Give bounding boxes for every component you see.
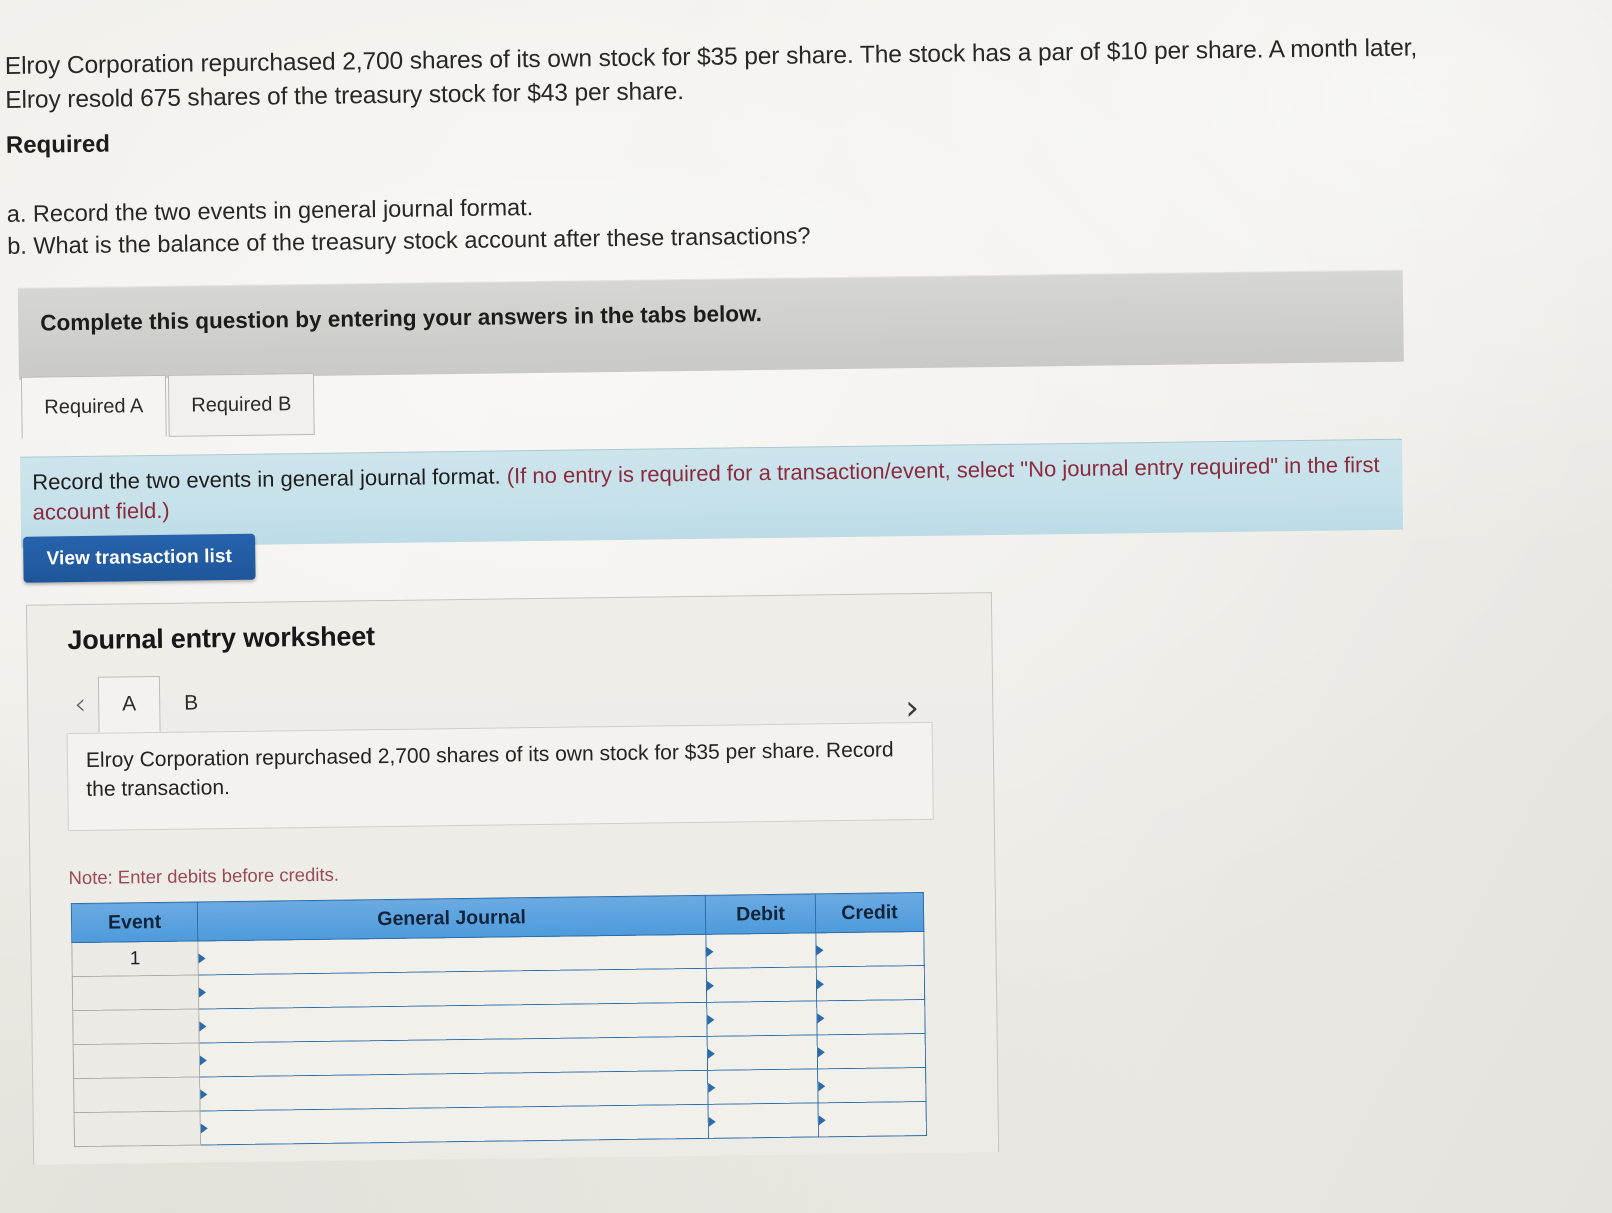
requirements-list: a. Record the two events in general jour… <box>7 186 908 262</box>
journal-entry-worksheet-panel: Journal entry worksheet ‹ A B Elroy Corp… <box>25 592 1000 1165</box>
debit-input-4[interactable] <box>707 1034 818 1071</box>
column-header-general-journal: General Journal <box>197 895 706 941</box>
worksheet-tab-b[interactable]: B <box>160 675 223 732</box>
cell-event <box>72 1008 200 1045</box>
debit-input-2[interactable] <box>706 966 817 1003</box>
cell-event: 1 <box>71 940 199 977</box>
worksheet-title: Journal entry worksheet <box>67 621 376 656</box>
column-header-debit: Debit <box>705 893 816 935</box>
debit-input-5[interactable] <box>707 1068 819 1105</box>
complete-question-banner: Complete this question by entering your … <box>17 269 1404 380</box>
instruction-banner-text: Record the two events in general journal… <box>32 450 1403 528</box>
worksheet-tab-a-label: A <box>122 692 137 716</box>
worksheet-tab-b-label: B <box>184 691 199 715</box>
cell-event <box>72 974 199 1011</box>
chevron-left-icon[interactable]: ‹ <box>62 687 98 722</box>
column-header-credit: Credit <box>815 892 924 933</box>
journal-entry-table: Event General Journal Debit Credit 1 <box>71 892 927 1147</box>
required-heading: Required <box>5 130 111 159</box>
column-header-event: Event <box>71 901 198 943</box>
transaction-description-text: Elroy Corporation repurchased 2,700 shar… <box>85 738 894 801</box>
debit-input-6[interactable] <box>708 1102 819 1139</box>
view-transaction-list-button[interactable]: View transaction list <box>23 533 256 583</box>
instruction-banner: Record the two events in general journal… <box>19 438 1404 548</box>
credit-input-6[interactable] <box>818 1101 927 1137</box>
credit-input-1[interactable] <box>815 931 925 967</box>
transaction-description-box: Elroy Corporation repurchased 2,700 shar… <box>66 721 934 832</box>
tab-required-b-label: Required B <box>191 392 292 417</box>
credit-input-5[interactable] <box>817 1067 926 1103</box>
chevron-right-icon[interactable]: › <box>905 688 919 728</box>
account-select-6[interactable] <box>200 1104 709 1145</box>
question-prompt: Elroy Corporation repurchased 2,700 shar… <box>4 34 1418 114</box>
cell-event <box>73 1042 200 1079</box>
debit-input-1[interactable] <box>705 932 817 969</box>
tab-required-a[interactable]: Required A <box>20 374 167 439</box>
view-transaction-list-label: View transaction list <box>46 546 233 570</box>
worksheet-letter-nav: ‹ A B <box>62 675 223 733</box>
debit-input-3[interactable] <box>706 1000 818 1037</box>
credit-input-3[interactable] <box>816 999 926 1035</box>
debits-before-credits-note: Note: Enter debits before credits. <box>68 863 340 889</box>
tab-required-a-label: Required A <box>44 394 144 418</box>
complete-question-text: Complete this question by entering your … <box>40 301 763 336</box>
credit-input-2[interactable] <box>816 965 925 1001</box>
cell-event <box>73 1076 201 1113</box>
instruction-bold: Record the two events in general journal… <box>32 463 501 495</box>
credit-input-4[interactable] <box>817 1033 926 1069</box>
cell-event <box>74 1110 201 1147</box>
worksheet-tab-a[interactable]: A <box>97 675 161 733</box>
required-tabs: Required A Required B <box>20 372 315 439</box>
tab-required-b[interactable]: Required B <box>167 372 315 437</box>
